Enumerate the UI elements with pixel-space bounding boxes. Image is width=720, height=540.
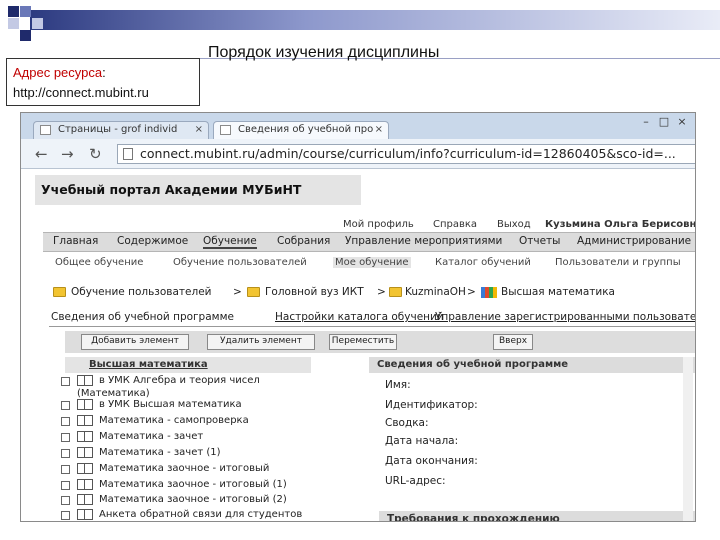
back-arrow-icon[interactable]: ← bbox=[35, 145, 48, 163]
window-controls: – □ × bbox=[637, 115, 691, 128]
address-text: connect.mubint.ru/admin/course/curriculu… bbox=[140, 146, 676, 161]
field-summary-label: Сводка: bbox=[385, 417, 429, 429]
book-icon bbox=[77, 447, 93, 458]
tree-root[interactable]: Высшая математика bbox=[65, 357, 311, 373]
menu-item-meetings[interactable]: Собрания bbox=[277, 235, 330, 247]
checkbox[interactable] bbox=[61, 433, 70, 442]
logout-link[interactable]: Выход bbox=[497, 219, 531, 230]
checkbox[interactable] bbox=[61, 511, 70, 520]
menu-item-training[interactable]: Обучение bbox=[203, 235, 257, 249]
main-menu: Главная Содержимое Обучение Собрания Упр… bbox=[43, 232, 695, 252]
content-tabs: Сведения об учебной программе Настройки … bbox=[49, 311, 695, 327]
scrollbar[interactable] bbox=[683, 357, 693, 521]
book-icon bbox=[77, 375, 93, 386]
add-item-button[interactable]: Добавить элемент bbox=[81, 334, 189, 350]
slide-title: Порядок изучения дисциплины bbox=[208, 44, 440, 61]
field-id-label: Идентификатор: bbox=[385, 399, 478, 411]
menu-item-home[interactable]: Главная bbox=[53, 235, 98, 247]
checkbox[interactable] bbox=[61, 417, 70, 426]
breadcrumb-separator: > bbox=[377, 286, 386, 298]
close-window-icon[interactable]: × bbox=[673, 115, 691, 128]
breadcrumb-separator: > bbox=[467, 286, 476, 298]
sub-menu: Общее обучение Обучение пользователей Мо… bbox=[43, 257, 695, 271]
browser-tab[interactable]: Страницы - grof individ × bbox=[33, 121, 209, 139]
submenu-item-catalog[interactable]: Каталог обучений bbox=[435, 257, 531, 268]
reload-icon[interactable]: ↻ bbox=[89, 145, 102, 163]
book-icon bbox=[77, 415, 93, 426]
folder-icon bbox=[389, 287, 402, 297]
book-icon bbox=[77, 509, 93, 520]
decor-square bbox=[20, 30, 31, 41]
checkbox[interactable] bbox=[61, 401, 70, 410]
folder-icon bbox=[247, 287, 260, 297]
portal-title: Учебный портал Академии МУБиНТ bbox=[35, 175, 361, 205]
folder-icon bbox=[53, 287, 66, 297]
menu-item-admin[interactable]: Администрирование bbox=[577, 235, 691, 247]
decor-square bbox=[8, 18, 19, 29]
resource-label: Адрес ресурса bbox=[13, 65, 103, 80]
tab-manage-users[interactable]: Управление зарегистрированными пользоват… bbox=[435, 311, 695, 323]
breadcrumb-item[interactable]: Головной вуз ИКТ bbox=[265, 286, 364, 298]
up-button[interactable]: Вверх bbox=[493, 334, 533, 350]
breadcrumb-separator: > bbox=[233, 286, 242, 298]
checkbox[interactable] bbox=[61, 449, 70, 458]
menu-item-content[interactable]: Содержимое bbox=[117, 235, 188, 247]
submenu-item-user-training[interactable]: Обучение пользователей bbox=[173, 257, 307, 268]
resource-url[interactable]: http://connect.mubint.ru bbox=[13, 85, 149, 100]
tab-label: Страницы - grof individ bbox=[58, 124, 178, 135]
nav-bar: ← → ↻ connect.mubint.ru/admin/course/cur… bbox=[21, 139, 695, 169]
submenu-item-my-training[interactable]: Мое обучение bbox=[333, 257, 411, 268]
user-name: Кузьмина Ольга Берисовн bbox=[545, 219, 696, 230]
resource-box: Адрес ресурса: http://connect.mubint.ru bbox=[6, 58, 200, 106]
tab-strip: Страницы - grof individ × Сведения об уч… bbox=[21, 113, 695, 139]
requirements-title: Требования к прохождению bbox=[379, 511, 695, 521]
breadcrumb-item[interactable]: KuzminaOH bbox=[405, 286, 466, 298]
checkbox[interactable] bbox=[61, 377, 70, 386]
breadcrumb-item[interactable]: Обучение пользователей bbox=[71, 286, 212, 298]
submenu-item-general[interactable]: Общее обучение bbox=[55, 257, 143, 268]
browser-window: Страницы - grof individ × Сведения об уч… bbox=[20, 112, 696, 522]
minimize-icon[interactable]: – bbox=[637, 115, 655, 128]
forward-arrow-icon[interactable]: → bbox=[61, 145, 74, 163]
move-button[interactable]: Переместить bbox=[329, 334, 397, 350]
address-bar[interactable]: connect.mubint.ru/admin/course/curriculu… bbox=[117, 144, 695, 164]
page-icon bbox=[123, 148, 133, 160]
decor-square bbox=[20, 6, 31, 17]
close-icon[interactable]: × bbox=[375, 124, 383, 135]
tree-toolbar: Добавить элемент Удалить элемент Перемес… bbox=[65, 331, 695, 353]
delete-item-button[interactable]: Удалить элемент bbox=[207, 334, 315, 350]
maximize-icon[interactable]: □ bbox=[655, 115, 673, 128]
resource-colon: : bbox=[102, 65, 106, 80]
checkbox[interactable] bbox=[61, 496, 70, 505]
close-icon[interactable]: × bbox=[195, 124, 203, 135]
decor-square bbox=[32, 18, 43, 29]
field-start-date-label: Дата начала: bbox=[385, 435, 459, 447]
field-url-label: URL-адрес: bbox=[385, 475, 446, 487]
book-icon bbox=[77, 463, 93, 474]
page-icon bbox=[220, 125, 231, 135]
book-icon bbox=[77, 399, 93, 410]
details-panel-title: Сведения об учебной программе bbox=[369, 357, 695, 373]
book-icon bbox=[77, 431, 93, 442]
checkbox[interactable] bbox=[61, 465, 70, 474]
page-icon bbox=[40, 125, 51, 135]
slide-header-bar bbox=[30, 10, 720, 30]
field-name-label: Имя: bbox=[385, 379, 411, 391]
help-link[interactable]: Справка bbox=[433, 219, 477, 230]
field-end-date-label: Дата окончания: bbox=[385, 455, 478, 467]
submenu-item-users-groups[interactable]: Пользователи и группы bbox=[555, 257, 681, 268]
decor-square bbox=[8, 6, 19, 17]
books-icon bbox=[481, 287, 497, 298]
menu-item-events[interactable]: Управление мероприятиями bbox=[345, 235, 502, 247]
tab-catalog-settings[interactable]: Настройки каталога обучений bbox=[275, 311, 444, 323]
profile-link[interactable]: Мой профиль bbox=[343, 219, 414, 230]
book-icon bbox=[77, 479, 93, 490]
browser-tab-active[interactable]: Сведения об учебной про × bbox=[213, 121, 389, 139]
tab-label: Сведения об учебной про bbox=[238, 124, 374, 135]
breadcrumb-current: Высшая математика bbox=[501, 286, 615, 298]
book-icon bbox=[77, 494, 93, 505]
tab-curriculum-info[interactable]: Сведения об учебной программе bbox=[51, 311, 234, 323]
checkbox[interactable] bbox=[61, 481, 70, 490]
menu-item-reports[interactable]: Отчеты bbox=[519, 235, 560, 247]
